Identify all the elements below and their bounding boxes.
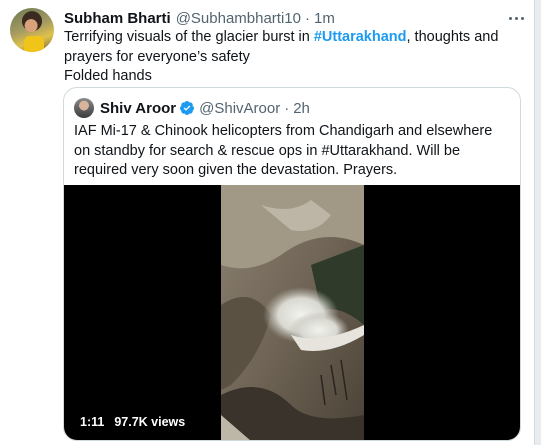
tweet-timestamp[interactable]: 1m: [314, 10, 335, 27]
author-handle[interactable]: @Subhambharti10: [176, 10, 301, 27]
window-edge: [534, 0, 541, 445]
video-thumbnail[interactable]: [221, 185, 364, 440]
author-avatar[interactable]: [10, 8, 54, 52]
video-views: 97.7K views: [114, 415, 186, 429]
quoted-tweet-text: IAF Mi-17 & Chinook helicopters from Cha…: [74, 123, 493, 178]
quoted-tweet-timestamp: 2h: [293, 99, 310, 117]
video-info: 1:11 97.7K views: [80, 415, 185, 429]
quoted-tweet-header: Shiv Aroor @ShivAroor · 2h: [74, 97, 310, 119]
quoted-author-avatar: [74, 98, 94, 118]
separator-dot: ·: [305, 9, 310, 27]
quoted-tweet-card[interactable]: Shiv Aroor @ShivAroor · 2h IAF Mi-17 & C…: [63, 87, 521, 441]
tweet-text-part: Terrifying visuals of the glacier burst …: [64, 29, 314, 45]
quoted-author-handle: @ShivAroor: [199, 99, 281, 117]
more-options-icon[interactable]: [505, 10, 527, 26]
quoted-author-name: Shiv Aroor: [100, 99, 177, 117]
video-player[interactable]: 1:11 97.7K views: [64, 185, 520, 440]
video-duration: 1:11: [80, 415, 105, 429]
verified-badge-icon: [179, 100, 195, 116]
tweet-text: Terrifying visuals of the glacier burst …: [64, 28, 524, 87]
hashtag-link[interactable]: #Uttarakhand: [314, 29, 407, 45]
author-name[interactable]: Subham Bharti: [64, 10, 171, 27]
tweet-header: Subham Bharti @Subhambharti10 · 1m: [64, 8, 335, 28]
tweet-text-line2: Folded hands: [64, 68, 152, 84]
separator-dot: ·: [284, 99, 290, 117]
